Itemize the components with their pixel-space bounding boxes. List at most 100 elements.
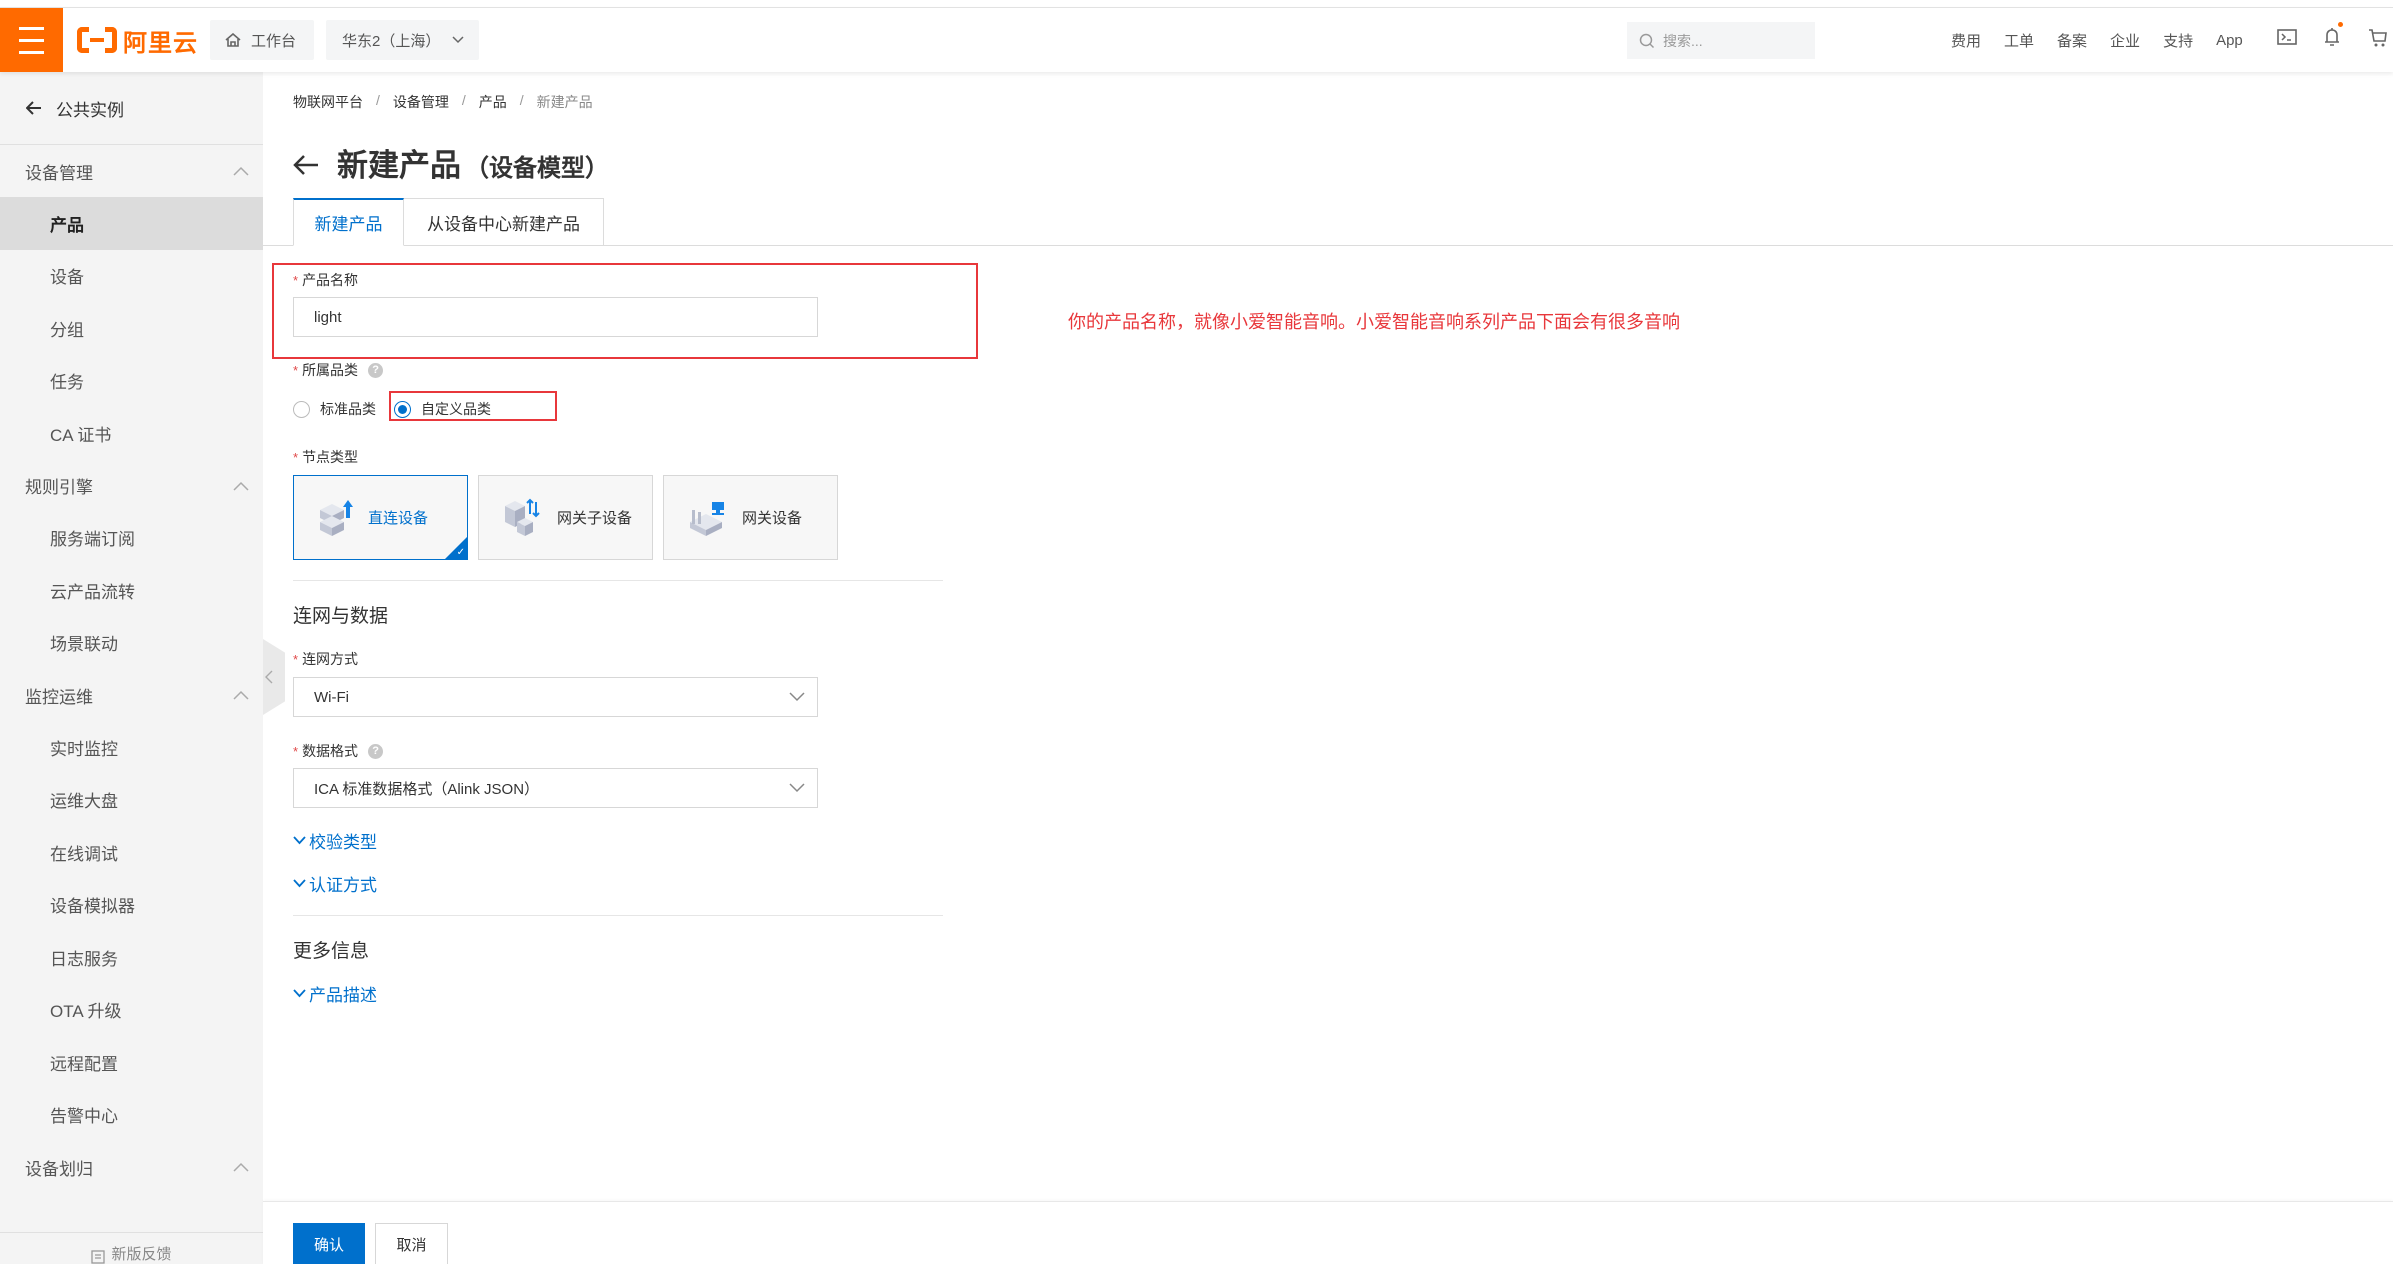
search-input[interactable]: 搜索... xyxy=(1627,22,1815,59)
sidebar-group-device-management[interactable]: 设备管理 xyxy=(0,145,263,197)
sidebar-item-data-forwarding[interactable]: 云产品流转 xyxy=(0,564,263,617)
chevron-up-icon xyxy=(233,166,249,176)
expander-product-description[interactable]: 产品描述 xyxy=(293,981,377,1006)
node-type-cards: 直连设备 ✓ 网关子设备 网关设备 xyxy=(293,475,838,560)
sidebar-item-online-debug[interactable]: 在线调试 xyxy=(0,826,263,879)
radio-standard-category[interactable]: 标准品类 xyxy=(293,399,376,419)
group-label: 监控运维 xyxy=(25,687,93,707)
hamburger-menu-button[interactable] xyxy=(0,8,63,72)
group-label: 设备划归 xyxy=(25,1159,93,1179)
tab-new-product[interactable]: 新建产品 xyxy=(293,198,404,246)
cancel-button[interactable]: 取消 xyxy=(375,1223,448,1264)
expander-label: 认证方式 xyxy=(309,876,377,895)
sidebar-group-device-assignment[interactable]: 设备划归 xyxy=(0,1141,263,1193)
link-support[interactable]: 支持 xyxy=(2163,30,2193,51)
sidebar-item-realtime-monitor[interactable]: 实时监控 xyxy=(0,721,263,774)
radio-custom-category[interactable]: 自定义品类 xyxy=(394,399,491,419)
label-text: 产品名称 xyxy=(302,272,359,288)
chevron-down-icon xyxy=(789,692,805,702)
expander-verification-type[interactable]: 校验类型 xyxy=(293,828,377,853)
chevron-down-icon xyxy=(293,836,306,845)
sidebar-item-products[interactable]: 产品 xyxy=(0,197,263,250)
input-value: light xyxy=(314,308,342,326)
data-format-select[interactable]: ICA 标准数据格式（Alink JSON） xyxy=(293,768,818,808)
help-icon[interactable]: ? xyxy=(368,743,384,759)
sidebar-item-scene-linkage[interactable]: 场景联动 xyxy=(0,617,263,670)
link-app[interactable]: App xyxy=(2216,32,2243,49)
sidebar-group-rule-engine[interactable]: 规则引擎 xyxy=(0,460,263,512)
link-icp[interactable]: 备案 xyxy=(2057,30,2087,51)
aliyun-logo[interactable]: 阿里云 xyxy=(77,24,198,57)
confirm-button[interactable]: 确认 xyxy=(293,1223,365,1264)
group-label: 规则引擎 xyxy=(25,478,93,497)
product-name-label: * 产品名称 xyxy=(293,270,358,290)
link-billing[interactable]: 费用 xyxy=(1951,30,1981,51)
annotation-note: 你的产品名称，就像小爱智能音响。小爱智能音响系列产品下面会有很多音响 xyxy=(1068,312,1680,332)
node-card-direct-device[interactable]: 直连设备 ✓ xyxy=(293,475,468,560)
sidebar-item-devices[interactable]: 设备 xyxy=(0,250,263,303)
sidebar-item-ca-cert[interactable]: CA 证书 xyxy=(0,407,263,460)
breadcrumb-products[interactable]: 产品 xyxy=(479,92,507,112)
direct-device-icon xyxy=(320,499,353,536)
sidebar-item-device-simulator[interactable]: 设备模拟器 xyxy=(0,879,263,932)
chevron-up-icon xyxy=(233,690,249,700)
form-footer: 确认 取消 xyxy=(263,1201,2393,1264)
sidebar-collapse-handle[interactable] xyxy=(263,639,285,715)
menu-icon-line xyxy=(19,38,44,42)
breadcrumb-separator: / xyxy=(376,92,380,108)
top-navbar: 阿里云 工作台 华东2（上海） 搜索... 费用 工单 备案 企业 支持 App xyxy=(0,8,2393,72)
link-enterprise[interactable]: 企业 xyxy=(2110,30,2140,51)
arrow-left-icon xyxy=(26,101,41,115)
menu-icon-line xyxy=(19,26,44,30)
section-divider xyxy=(293,915,943,916)
sidebar-item-ota-upgrade[interactable]: OTA 升级 xyxy=(0,984,263,1037)
region-selector[interactable]: 华东2（上海） xyxy=(326,20,479,60)
page-title: 新建产品 （设备模型） xyxy=(293,140,609,185)
terminal-icon[interactable] xyxy=(2277,28,2297,48)
select-value: Wi-Fi xyxy=(314,688,349,706)
expander-auth-method[interactable]: 认证方式 xyxy=(293,871,377,896)
breadcrumb-device-management[interactable]: 设备管理 xyxy=(393,92,449,112)
help-icon[interactable]: ? xyxy=(368,362,384,378)
feedback-button[interactable]: 新版反馈 xyxy=(0,1232,263,1264)
sidebar-item-alert-center[interactable]: 告警中心 xyxy=(0,1089,263,1142)
search-placeholder: 搜索... xyxy=(1663,32,1703,49)
cart-icon[interactable] xyxy=(2368,28,2388,48)
sidebar-item-tasks[interactable]: 任务 xyxy=(0,355,263,408)
bell-icon[interactable] xyxy=(2323,22,2343,46)
workbench-label: 工作台 xyxy=(251,32,297,50)
category-radio-group: 标准品类 自定义品类 xyxy=(293,399,491,419)
connection-select[interactable]: Wi-Fi xyxy=(293,677,818,717)
browser-strip xyxy=(0,0,2393,8)
page-subtitle: （设备模型） xyxy=(465,155,609,182)
tab-from-device-center[interactable]: 从设备中心新建产品 xyxy=(404,198,604,246)
breadcrumb-iot-platform[interactable]: 物联网平台 xyxy=(293,92,363,112)
label-text: 数据格式 xyxy=(302,743,359,759)
data-format-label: * 数据格式 ? xyxy=(293,741,384,761)
node-card-gateway-subdevice[interactable]: 网关子设备 xyxy=(478,475,653,560)
required-marker: * xyxy=(293,362,299,378)
node-type-label: * 节点类型 xyxy=(293,447,358,467)
page-title-text: 新建产品 xyxy=(337,148,461,183)
sidebar-item-server-subscription[interactable]: 服务端订阅 xyxy=(0,512,263,565)
required-marker: * xyxy=(293,449,299,465)
check-icon: ✓ xyxy=(456,547,465,558)
feedback-icon xyxy=(91,1250,106,1264)
back-to-public-instance[interactable]: 公共实例 xyxy=(0,72,263,145)
search-icon xyxy=(1639,33,1655,48)
sidebar-item-remote-config[interactable]: 远程配置 xyxy=(0,1036,263,1089)
link-tickets[interactable]: 工单 xyxy=(2004,30,2034,51)
card-label: 直连设备 xyxy=(368,510,429,527)
sidebar-item-log-service[interactable]: 日志服务 xyxy=(0,931,263,984)
chevron-down-icon xyxy=(789,783,805,793)
workbench-button[interactable]: 工作台 xyxy=(210,20,314,60)
breadcrumb-separator: / xyxy=(461,92,466,108)
node-card-gateway-device[interactable]: 网关设备 xyxy=(663,475,838,560)
back-arrow-icon[interactable] xyxy=(293,150,319,184)
feedback-label: 新版反馈 xyxy=(111,1246,172,1263)
sidebar-group-monitoring[interactable]: 监控运维 xyxy=(0,669,263,721)
sidebar-item-groups[interactable]: 分组 xyxy=(0,302,263,355)
sidebar-item-ops-dashboard[interactable]: 运维大盘 xyxy=(0,774,263,827)
radio-circle xyxy=(293,400,310,418)
product-name-input[interactable]: light xyxy=(293,297,818,337)
